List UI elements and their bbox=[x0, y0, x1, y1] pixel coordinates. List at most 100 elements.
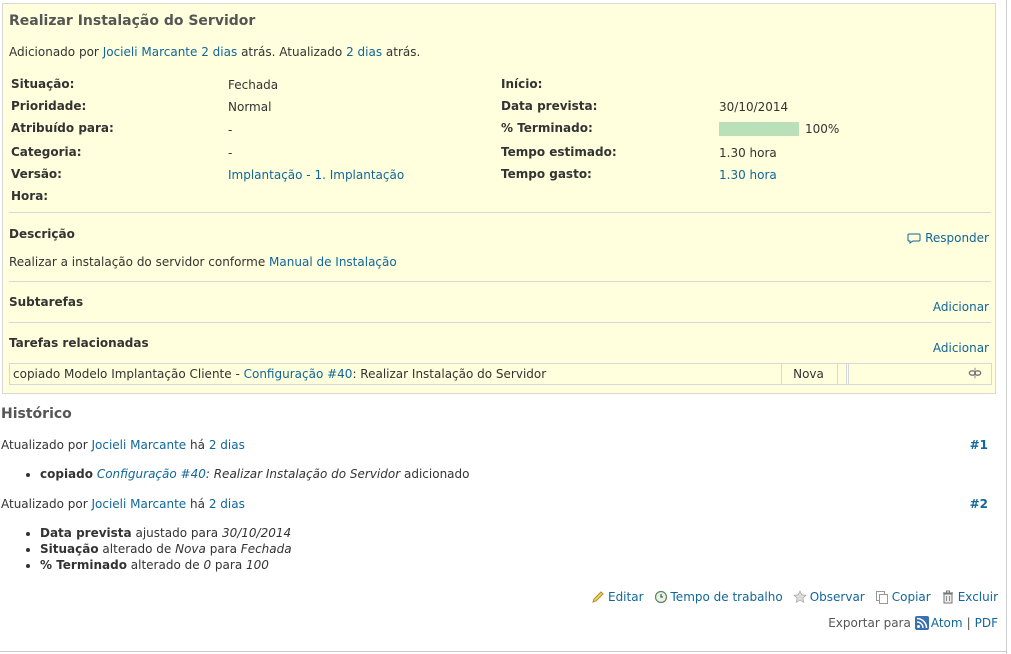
relation-issue-link[interactable]: Configuração #40 bbox=[244, 367, 353, 381]
add-relation-link[interactable]: Adicionar bbox=[933, 341, 989, 355]
author-line: Adicionado por Jocieli Marcante 2 dias a… bbox=[9, 45, 420, 59]
relations-title: Tarefas relacionadas bbox=[9, 336, 149, 350]
issue-title: Realizar Instalação do Servidor bbox=[9, 13, 256, 29]
atom-label: Atom bbox=[930, 616, 963, 630]
detail-text: ajustado para bbox=[135, 526, 219, 540]
divider bbox=[9, 322, 991, 323]
edit-label: Editar bbox=[607, 590, 644, 604]
delete-relation-link[interactable] bbox=[968, 366, 982, 383]
journal-detail: copiado Configuração #40: Realizar Insta… bbox=[40, 466, 469, 482]
journal-prefix: Atualizado por bbox=[1, 497, 88, 511]
journal-details: copiado Configuração #40: Realizar Insta… bbox=[24, 466, 469, 482]
atom-link[interactable]: Atom bbox=[914, 616, 963, 630]
comment-icon bbox=[907, 233, 921, 244]
due-date-value: 30/10/2014 bbox=[719, 100, 789, 114]
edit-button[interactable]: Editar bbox=[591, 590, 644, 604]
estimated-time-label: Tempo estimado: bbox=[501, 145, 617, 159]
journal-detail: Situação alterado de Nova para Fechada bbox=[40, 541, 292, 557]
cell-divider bbox=[837, 364, 838, 384]
pencil-icon bbox=[592, 591, 604, 603]
detail-subject: : Realizar Instalação do Servidor bbox=[205, 467, 401, 481]
added-ago-link[interactable]: 2 dias bbox=[201, 45, 237, 59]
journal-number-link[interactable]: #2 bbox=[970, 497, 988, 511]
spent-time-label: Tempo gasto: bbox=[501, 167, 592, 181]
spent-time-link[interactable]: 1.30 hora bbox=[719, 168, 777, 182]
description-text: Realizar a instalação do servidor confor… bbox=[9, 255, 397, 269]
log-time-button[interactable]: Tempo de trabalho bbox=[654, 590, 783, 604]
detail-text: para bbox=[209, 542, 237, 556]
status-label: Situação: bbox=[11, 77, 75, 91]
detail-new-value: Fechada bbox=[240, 542, 292, 556]
journal-ago-link[interactable]: 2 dias bbox=[209, 497, 245, 511]
delete-button[interactable]: Excluir bbox=[941, 590, 998, 604]
version-label: Versão: bbox=[11, 167, 62, 181]
log-time-label: Tempo de trabalho bbox=[670, 590, 783, 604]
updated-ago-link[interactable]: 2 dias bbox=[346, 45, 382, 59]
ago-suffix: atrás. bbox=[385, 45, 421, 59]
journal-author-link[interactable]: Jocieli Marcante bbox=[91, 438, 186, 452]
copy-icon bbox=[875, 591, 888, 604]
done-ratio-label: % Terminado: bbox=[501, 121, 593, 135]
due-date-label: Data prevista: bbox=[501, 99, 598, 113]
detail-new-value: 100 bbox=[246, 558, 269, 572]
star-icon bbox=[792, 590, 807, 603]
detail-field: copiado bbox=[40, 467, 93, 481]
detail-issue-link[interactable]: Configuração #40 bbox=[97, 467, 206, 481]
journal-detail: Data prevista ajustado para 30/10/2014 bbox=[40, 525, 292, 541]
description-body: Realizar a instalação do servidor confor… bbox=[9, 255, 266, 269]
journal-prefix: Atualizado por bbox=[1, 438, 88, 452]
content-border-right bbox=[1006, 0, 1007, 654]
estimated-time-value: 1.30 hora bbox=[719, 146, 777, 160]
issue-actions: Editar Tempo de trabalho Observar Copiar… bbox=[585, 590, 998, 604]
export-links: Exportar para Atom | PDF bbox=[828, 616, 998, 630]
add-subtask-link[interactable]: Adicionar bbox=[933, 300, 989, 314]
content-border-bottom bbox=[0, 651, 1007, 652]
divider bbox=[9, 281, 991, 282]
start-date-label: Início: bbox=[501, 77, 543, 91]
detail-field: Situação bbox=[40, 542, 99, 556]
priority-label: Prioridade: bbox=[11, 99, 87, 113]
journal-author-link[interactable]: Jocieli Marcante bbox=[91, 497, 186, 511]
cell-divider bbox=[846, 364, 847, 384]
detail-old-value: 0 bbox=[203, 558, 212, 572]
assignee-label: Atribuído para: bbox=[11, 121, 114, 135]
relation-subject-cell: copiado Modelo Implantação Cliente - Con… bbox=[13, 364, 546, 384]
relation-subject: : Realizar Instalação do Servidor bbox=[352, 367, 547, 381]
journal-mid: há bbox=[190, 497, 205, 511]
relation-status: Nova bbox=[793, 367, 824, 381]
category-value: - bbox=[228, 146, 233, 160]
description-title: Descrição bbox=[9, 227, 75, 241]
unlink-icon bbox=[968, 367, 982, 379]
progress-bar bbox=[719, 122, 799, 136]
journal-details: Data prevista ajustado para 30/10/2014 S… bbox=[24, 525, 292, 573]
journal-header: Atualizado por Jocieli Marcante há 2 dia… bbox=[1, 497, 245, 511]
detail-text: alterado de bbox=[102, 542, 172, 556]
author-link[interactable]: Jocieli Marcante bbox=[103, 45, 198, 59]
detail-field: Data prevista bbox=[40, 526, 132, 540]
version-link[interactable]: Implantação - 1. Implantação bbox=[228, 168, 404, 182]
journal-number-link[interactable]: #1 bbox=[970, 438, 988, 452]
author-prefix: Adicionado por bbox=[9, 45, 99, 59]
reply-label: Responder bbox=[925, 231, 989, 245]
reply-button[interactable]: Responder bbox=[907, 231, 989, 245]
priority-value: Normal bbox=[228, 100, 272, 114]
watch-label: Observar bbox=[809, 590, 865, 604]
journal-ago-link[interactable]: 2 dias bbox=[209, 438, 245, 452]
feed-icon bbox=[914, 616, 929, 630]
hours-label: Hora: bbox=[11, 189, 49, 203]
copy-button[interactable]: Copiar bbox=[875, 590, 931, 604]
relation-row: copiado Modelo Implantação Cliente - Con… bbox=[9, 363, 992, 385]
delete-label: Excluir bbox=[957, 590, 998, 604]
assignee-value: - bbox=[228, 123, 233, 137]
subtasks-title: Subtarefas bbox=[9, 295, 84, 309]
category-label: Categoria: bbox=[11, 145, 82, 159]
pdf-link[interactable]: PDF bbox=[975, 616, 998, 630]
copy-label: Copiar bbox=[891, 590, 931, 604]
manual-link[interactable]: Manual de Instalação bbox=[269, 255, 397, 269]
watch-button[interactable]: Observar bbox=[792, 590, 865, 604]
journal-mid: há bbox=[190, 438, 205, 452]
divider bbox=[9, 212, 991, 213]
updated-text: atrás. Atualizado bbox=[241, 45, 343, 59]
clock-icon bbox=[654, 590, 667, 604]
relation-prefix: copiado Modelo Implantação Cliente - bbox=[13, 367, 240, 381]
